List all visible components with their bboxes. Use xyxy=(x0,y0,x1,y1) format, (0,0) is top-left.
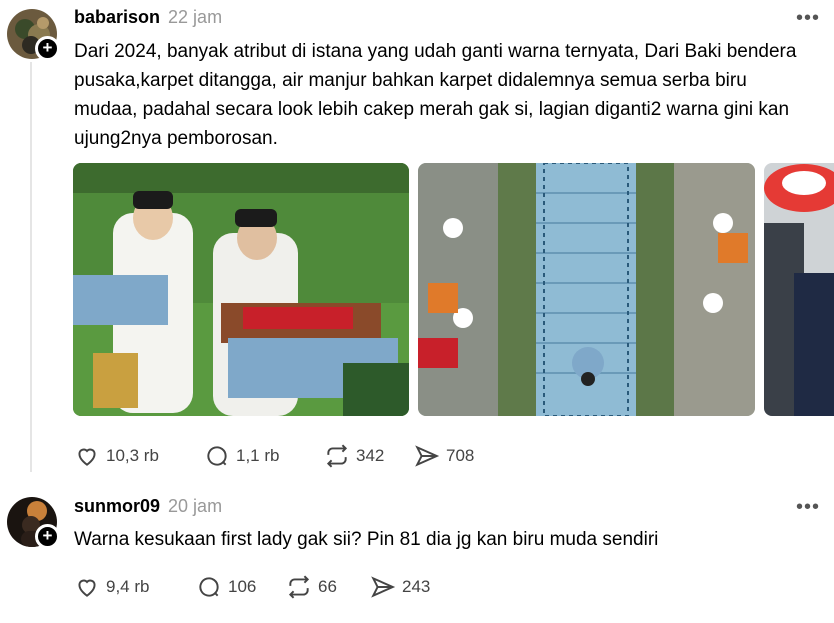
send-icon xyxy=(371,576,396,598)
share-button[interactable]: 243 xyxy=(370,574,460,600)
like-button[interactable]: 10,3 rb xyxy=(74,443,204,469)
timestamp[interactable]: 20 jam xyxy=(168,496,222,517)
repost-button[interactable]: 342 xyxy=(324,443,414,469)
post-text: Dari 2024, banyak atribut di istana yang… xyxy=(74,41,797,149)
paskibra-photo xyxy=(73,163,409,416)
post-header: babarison 22 jam xyxy=(74,7,222,28)
staircase-photo xyxy=(418,163,755,416)
timestamp[interactable]: 22 jam xyxy=(168,7,222,28)
follow-plus-icon[interactable]: + xyxy=(35,524,60,549)
follow-plus-icon[interactable]: + xyxy=(35,36,60,61)
repost-count: 66 xyxy=(318,577,337,596)
post-actions: 10,3 rb 1,1 rb 342 708 xyxy=(74,443,504,469)
like-count: 10,3 rb xyxy=(106,446,159,465)
post-babarison: + babarison 22 jam ••• Dari 2024, banyak… xyxy=(0,0,834,480)
thread-line xyxy=(30,62,32,472)
avatar-container[interactable]: + xyxy=(7,497,60,549)
post-sunmor09: + sunmor09 20 jam ••• Warna kesukaan fir… xyxy=(0,485,834,623)
post-header: sunmor09 20 jam xyxy=(74,496,222,517)
reply-button[interactable]: 106 xyxy=(196,574,286,600)
post-text: Warna kesukaan first lady gak sii? Pin 8… xyxy=(74,529,659,550)
repost-icon xyxy=(326,444,348,468)
reply-button[interactable]: 1,1 rb xyxy=(204,443,324,469)
comment-icon xyxy=(199,577,219,597)
more-options-button[interactable]: ••• xyxy=(796,7,820,30)
media-image-3[interactable] xyxy=(764,163,834,416)
repost-button[interactable]: 66 xyxy=(286,574,370,600)
avatar-container[interactable]: + xyxy=(7,9,60,61)
like-button[interactable]: 9,4 rb xyxy=(74,574,196,600)
share-count: 243 xyxy=(402,577,431,596)
reply-count: 1,1 rb xyxy=(236,446,280,465)
heart-icon xyxy=(78,579,96,597)
like-count: 9,4 rb xyxy=(106,577,150,596)
post-actions: 9,4 rb 106 66 243 xyxy=(74,574,460,600)
reply-count: 106 xyxy=(228,577,257,596)
partial-photo xyxy=(764,163,834,416)
media-image-2[interactable] xyxy=(418,163,755,416)
share-button[interactable]: 708 xyxy=(414,443,504,469)
heart-icon xyxy=(78,448,96,466)
media-image-1[interactable] xyxy=(73,163,409,416)
send-icon xyxy=(415,445,440,467)
more-options-button[interactable]: ••• xyxy=(796,496,820,519)
repost-count: 342 xyxy=(356,446,385,465)
username[interactable]: sunmor09 xyxy=(74,496,160,517)
comment-icon xyxy=(207,446,227,466)
username[interactable]: babarison xyxy=(74,7,160,28)
media-carousel[interactable] xyxy=(73,163,834,416)
share-count: 708 xyxy=(446,446,475,465)
repost-icon xyxy=(288,575,310,599)
